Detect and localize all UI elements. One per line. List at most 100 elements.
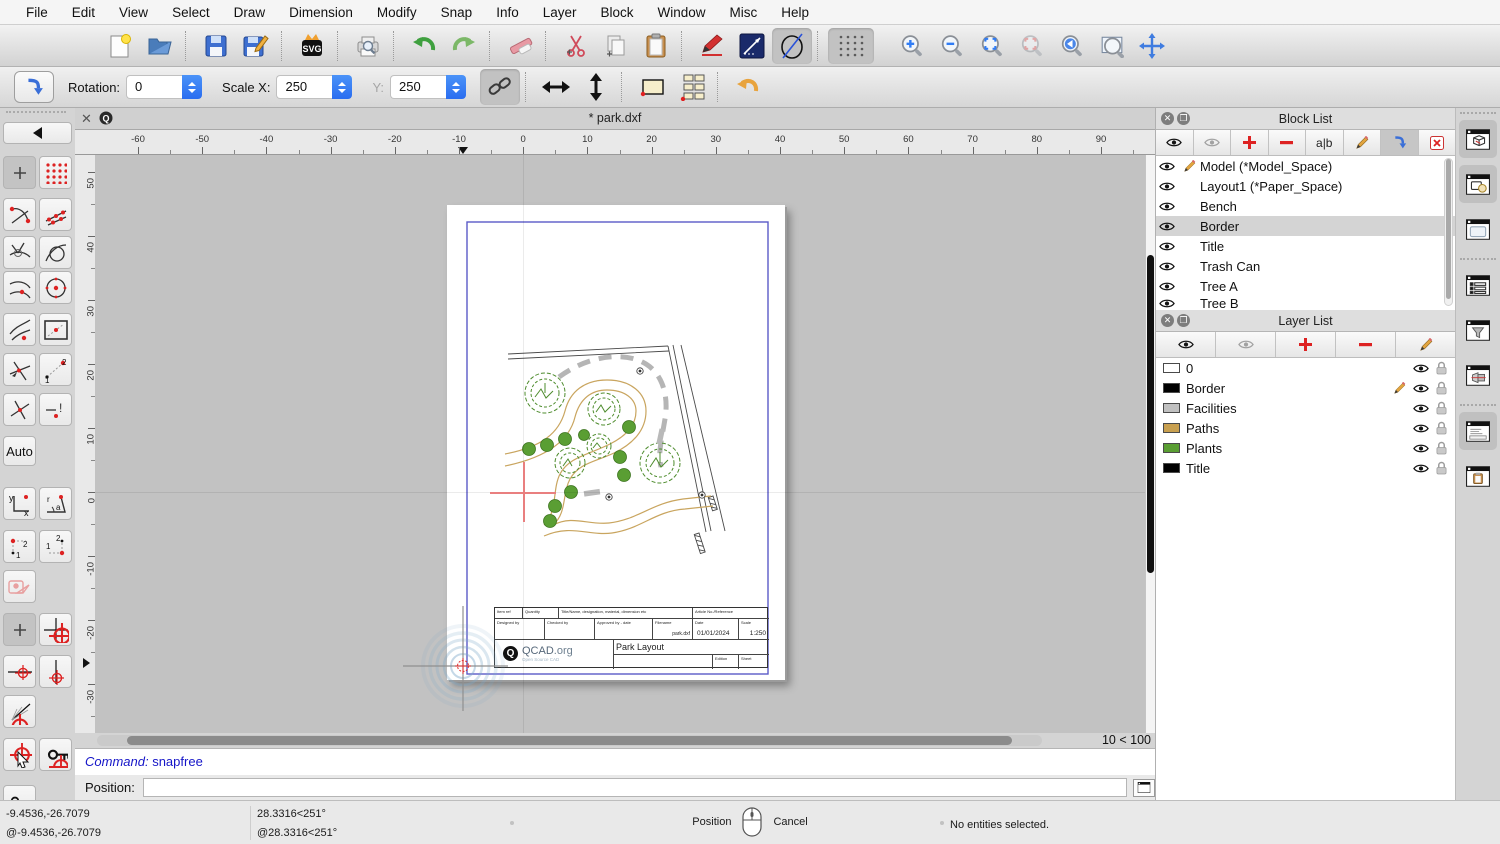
open-file-button[interactable] [140, 28, 180, 64]
block-hide-all-button[interactable] [1194, 130, 1232, 155]
menu-select[interactable]: Select [160, 5, 222, 20]
lock-icon[interactable] [1436, 441, 1447, 455]
block-purge-button[interactable] [1419, 130, 1456, 155]
line-tool-button[interactable] [732, 28, 772, 64]
undo-last-button[interactable] [728, 69, 768, 105]
menu-layer[interactable]: Layer [531, 5, 589, 20]
block-row-tree-b[interactable]: Tree B [1156, 296, 1455, 310]
palette-handle[interactable] [6, 111, 66, 113]
rotation-stepper[interactable] [182, 75, 202, 99]
restrict-horizontal-button[interactable] [3, 655, 36, 688]
lock-relative-zero-button[interactable] [39, 738, 72, 771]
snap-endpoints-button[interactable] [3, 198, 36, 231]
snap-tangent-point-button[interactable] [3, 313, 36, 346]
grid-toggle-button[interactable] [828, 28, 874, 64]
menu-block[interactable]: Block [589, 5, 646, 20]
lock-icon[interactable] [1436, 401, 1447, 415]
view-list-panel-button[interactable] [1459, 356, 1497, 394]
keep-proportions-button[interactable] [480, 69, 520, 105]
visibility-eye-icon[interactable] [1156, 221, 1178, 232]
visibility-eye-icon[interactable] [1413, 463, 1429, 474]
snap-free-button[interactable] [3, 156, 36, 189]
menu-view[interactable]: View [107, 5, 160, 20]
block-row-tree-a[interactable]: Tree A [1156, 276, 1455, 296]
clipboard-panel-button[interactable] [1459, 457, 1497, 495]
menu-file[interactable]: File [14, 5, 60, 20]
layer-row-0[interactable]: 0 [1156, 358, 1455, 378]
drawing-canvas[interactable]: Item ref Quantity Title/Name, designatio… [95, 155, 1155, 733]
save-as-button[interactable] [236, 28, 276, 64]
lock-icon[interactable] [1436, 361, 1447, 375]
visibility-eye-icon[interactable] [1156, 298, 1178, 309]
menu-help[interactable]: Help [769, 5, 821, 20]
block-row-layout1[interactable]: Layout1 (*Paper_Space) [1156, 176, 1455, 196]
coordinate-polar-button[interactable]: ra [39, 487, 72, 520]
rotation-value[interactable]: 0 [126, 75, 182, 99]
new-file-button[interactable] [100, 28, 140, 64]
scale-y-stepper[interactable] [446, 75, 466, 99]
flip-vertical-button[interactable] [576, 69, 616, 105]
save-button[interactable] [196, 28, 236, 64]
visibility-eye-icon[interactable] [1413, 443, 1429, 454]
command-line-panel-button[interactable] [1459, 412, 1497, 450]
zoom-auto-button[interactable] [972, 28, 1012, 64]
scale-y-spinner[interactable]: 250 [390, 75, 466, 99]
block-row-model[interactable]: Model (*Model_Space) [1156, 156, 1455, 176]
snap-tangential-button[interactable] [39, 236, 72, 269]
block-list-scrollbar-thumb[interactable] [1446, 159, 1451, 299]
restrict-angle-button[interactable] [3, 695, 36, 728]
snap-cross-button[interactable] [3, 393, 36, 426]
canvas-horizontal-scrollbar[interactable] [97, 735, 1042, 746]
block-row-bench[interactable]: Bench [1156, 196, 1455, 216]
snap-distance-button[interactable]: 12 [39, 353, 72, 386]
canvas-vertical-scrollbar[interactable] [1145, 155, 1155, 733]
block-row-title[interactable]: Title [1156, 236, 1455, 256]
paste-button[interactable] [636, 28, 676, 64]
visibility-eye-icon[interactable] [1156, 201, 1178, 212]
lock-icon[interactable] [1436, 461, 1447, 475]
block-list-scrollbar[interactable] [1444, 158, 1453, 306]
coordinate-relative-polar-button[interactable]: 12 [39, 530, 72, 563]
set-relative-zero-button[interactable] [3, 738, 36, 771]
flip-horizontal-button[interactable] [536, 69, 576, 105]
scale-x-spinner[interactable]: 250 [276, 75, 352, 99]
circle-tool-button[interactable] [772, 28, 812, 64]
document-tab-title[interactable]: * park.dxf [75, 111, 1155, 125]
zoom-selection-button[interactable] [1012, 28, 1052, 64]
position-input[interactable] [143, 778, 1127, 797]
rotation-spinner[interactable]: 0 [126, 75, 202, 99]
canvas-vertical-scrollbar-thumb[interactable] [1147, 255, 1154, 573]
coordinate-relative-button[interactable]: 12 [3, 530, 36, 563]
layer-row-paths[interactable]: Paths [1156, 418, 1455, 438]
scale-x-stepper[interactable] [332, 75, 352, 99]
block-list-panel-button[interactable] [1459, 120, 1497, 158]
visibility-eye-icon[interactable] [1413, 403, 1429, 414]
block-insert-button[interactable] [1381, 130, 1419, 155]
copy-button[interactable] [596, 28, 636, 64]
lock-icon[interactable] [1436, 381, 1447, 395]
snap-center-button[interactable] [39, 271, 72, 304]
menu-info[interactable]: Info [484, 5, 531, 20]
menu-dimension[interactable]: Dimension [277, 5, 365, 20]
menu-misc[interactable]: Misc [718, 5, 770, 20]
insert-array-button[interactable] [672, 69, 712, 105]
insert-single-button[interactable] [632, 69, 672, 105]
restrict-off-button[interactable] [3, 570, 36, 603]
layer-row-plants[interactable]: Plants [1156, 438, 1455, 458]
zoom-out-button[interactable] [932, 28, 972, 64]
scale-x-value[interactable]: 250 [276, 75, 332, 99]
layer-add-button[interactable] [1276, 332, 1336, 357]
restrict-vertical-button[interactable] [39, 655, 72, 688]
snap-auto-button[interactable]: Auto [3, 436, 36, 466]
snap-manual-button[interactable]: ! [39, 393, 72, 426]
block-rename-button[interactable]: a|b [1306, 130, 1344, 155]
draw-pencil-button[interactable] [692, 28, 732, 64]
snap-on-entity-button[interactable] [39, 198, 72, 231]
lock-icon[interactable] [1436, 421, 1447, 435]
view-previous-button[interactable] [1052, 28, 1092, 64]
snap-reference-button[interactable] [39, 313, 72, 346]
visibility-eye-icon[interactable] [1413, 383, 1429, 394]
canvas-horizontal-scrollbar-thumb[interactable] [127, 736, 1012, 745]
library-browser-panel-button[interactable] [1459, 165, 1497, 203]
layer-row-title[interactable]: Title [1156, 458, 1455, 478]
